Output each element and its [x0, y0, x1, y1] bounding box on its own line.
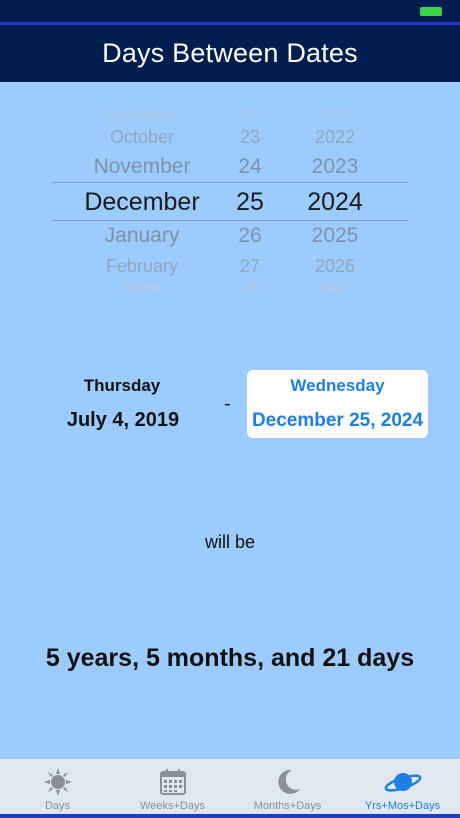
date-picker-wheel[interactable]: September 22 2021 October 23 2022 Novemb… — [0, 96, 460, 306]
end-weekday: Wednesday — [290, 376, 385, 395]
picker-month: February — [105, 255, 179, 276]
start-weekday[interactable]: Thursday — [52, 376, 192, 396]
battery-icon — [420, 7, 442, 16]
tab-days[interactable]: Days — [0, 759, 115, 815]
picker-day: 24 — [238, 155, 262, 178]
picker-year: 2022 — [314, 126, 356, 147]
start-date[interactable]: July 4, 2019 — [40, 409, 206, 432]
picker-month: November — [93, 155, 191, 178]
tab-yrs-mos-days[interactable]: Yrs+Mos+Days — [345, 759, 460, 815]
picker-year: 2027 — [319, 279, 351, 295]
sun-icon — [43, 768, 72, 796]
end-date-card[interactable]: Wednesday December 25, 2024 — [247, 370, 428, 438]
picker-year: 2026 — [314, 255, 356, 276]
tab-weeks-days-label: Weeks+Days — [140, 800, 205, 812]
picker-month: January — [104, 224, 180, 247]
tab-months-days-label: Months+Days — [253, 800, 322, 812]
planet-icon — [384, 773, 421, 792]
picker-selection-bottom-line — [52, 220, 408, 221]
calendar-icon — [159, 769, 186, 795]
picker-day: 23 — [239, 126, 261, 147]
picker-month-selected: December — [84, 187, 200, 216]
picker-day: 27 — [239, 255, 261, 276]
picker-row[interactable]: March 28 2027 — [0, 279, 460, 295]
tab-yrs-mos-days-label: Yrs+Mos+Days — [364, 800, 441, 812]
tab-bar: Days Weeks+Days Months+Days Yrs+Mos+Days — [0, 758, 460, 818]
picker-year-selected: 2024 — [307, 187, 363, 216]
picker-day: 26 — [238, 224, 262, 247]
picker-row[interactable]: November 24 2023 — [0, 154, 460, 180]
picker-month: September — [107, 106, 177, 122]
picker-day-selected: 25 — [236, 187, 264, 216]
tab-days-label: Days — [44, 800, 71, 812]
moon-icon — [277, 769, 300, 794]
picker-day: 28 — [242, 279, 258, 295]
picker-selection-top-line — [52, 182, 408, 183]
picker-row[interactable]: September 22 2021 — [0, 106, 460, 122]
picker-month: October — [109, 126, 175, 147]
nav-bar: Days Between Dates — [0, 22, 460, 82]
picker-day: 22 — [242, 106, 258, 122]
picker-month: March — [122, 279, 162, 295]
result-text: 5 years, 5 months, and 21 days — [45, 644, 415, 672]
page-title: Days Between Dates — [102, 38, 358, 68]
tab-weeks-days[interactable]: Weeks+Days — [115, 759, 230, 815]
status-bar — [0, 0, 460, 22]
picker-row[interactable]: February 27 2026 — [0, 255, 460, 277]
picker-year: 2025 — [311, 224, 359, 247]
tab-months-days[interactable]: Months+Days — [230, 759, 345, 815]
connector-text: will be — [204, 532, 256, 552]
picker-row[interactable]: January 26 2025 — [0, 223, 460, 249]
bottom-strip — [0, 814, 460, 818]
picker-year: 2023 — [311, 155, 359, 178]
picker-year: 2021 — [319, 106, 351, 122]
date-separator: - — [224, 393, 231, 415]
picker-row[interactable]: October 23 2022 — [0, 126, 460, 148]
picker-selected-row[interactable]: December 25 2024 — [0, 187, 460, 217]
end-date: December 25, 2024 — [251, 410, 424, 431]
